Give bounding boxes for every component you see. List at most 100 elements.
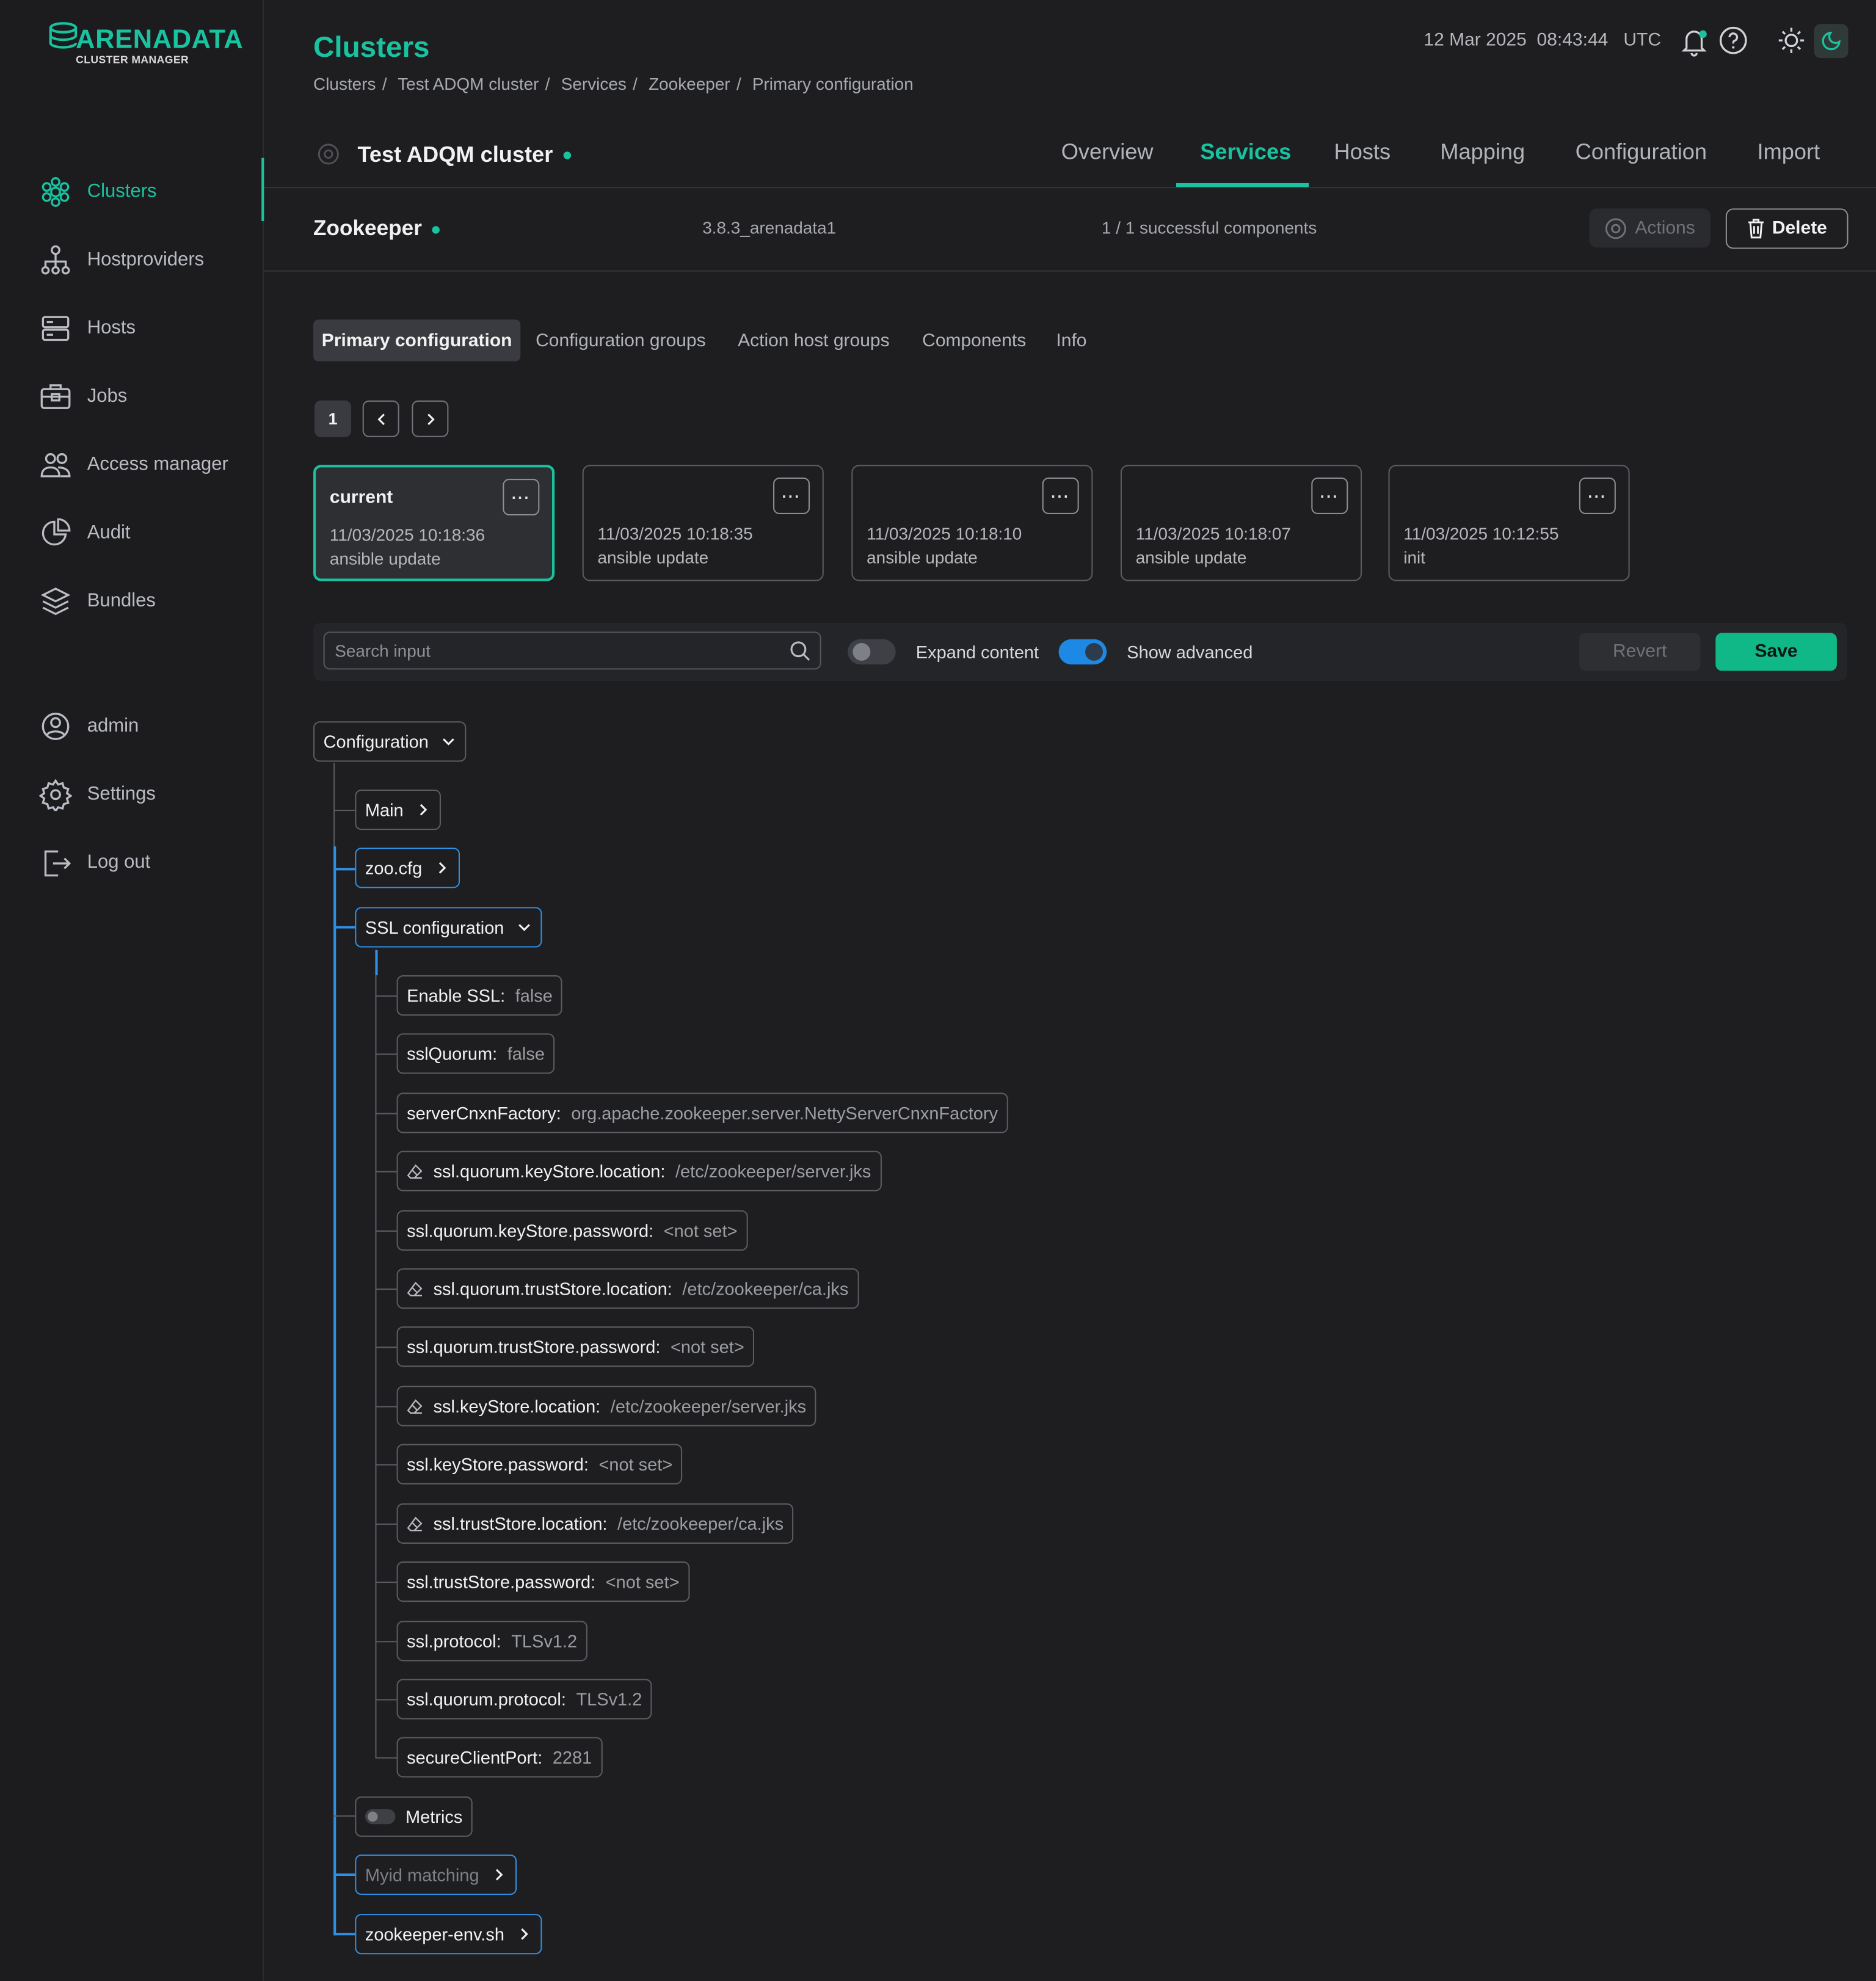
jobs-icon — [40, 384, 71, 409]
sidebar-item-bundles[interactable]: Bundles — [0, 575, 263, 625]
config-version-card[interactable]: ··· 11/03/2025 10:18:10 ansible update — [851, 465, 1093, 581]
config-field-ssl-truststore-location[interactable]: ssl.trustStore.location: /etc/zookeeper/c… — [396, 1503, 794, 1544]
sidebar-item-logout[interactable]: Log out — [0, 836, 263, 887]
tab-configuration[interactable]: Configuration — [1576, 139, 1707, 165]
sidebar-item-label: Audit — [87, 521, 131, 543]
version-menu-button[interactable]: ··· — [1311, 477, 1348, 514]
tree-line — [375, 1230, 397, 1232]
config-version-card[interactable]: ··· 11/03/2025 10:12:55 init — [1388, 465, 1630, 581]
config-field-ssl-quorum-protocol[interactable]: ssl.quorum.protocol: TLSv1.2 — [396, 1679, 652, 1720]
config-node-ssl-configuration[interactable]: SSL configuration — [355, 907, 542, 948]
config-version-card[interactable]: current ··· 11/03/2025 10:18:36 ansible … — [313, 465, 555, 581]
access-manager-icon — [40, 453, 71, 478]
tab-import[interactable]: Import — [1758, 139, 1820, 165]
expand-content-toggle[interactable] — [848, 639, 896, 665]
cluster-name: Test ADQM cluster — [357, 142, 571, 168]
chevron-right-icon — [496, 1869, 504, 1881]
subtab-primary-configuration[interactable]: Primary configuration — [313, 319, 521, 362]
logout-icon — [44, 850, 71, 877]
page-number-button[interactable]: 1 — [314, 400, 352, 437]
config-field-ssl-protocol[interactable]: ssl.protocol: TLSv1.2 — [396, 1621, 587, 1662]
breadcrumb-item[interactable]: Zookeeper — [649, 75, 730, 93]
node-label: zookeeper-env.sh — [365, 1924, 504, 1944]
light-theme-icon[interactable] — [1776, 25, 1807, 56]
sidebar-item-clusters[interactable]: Clusters — [0, 158, 264, 222]
audit-icon — [42, 518, 71, 546]
actions-button[interactable]: Actions — [1589, 208, 1711, 248]
prev-page-button[interactable] — [362, 400, 399, 437]
sidebar-item-hostproviders[interactable]: Hostproviders — [0, 234, 263, 285]
config-node-main[interactable]: Main — [355, 789, 442, 831]
sidebar-item-jobs[interactable]: Jobs — [0, 370, 263, 421]
status-dot — [562, 152, 571, 160]
delete-button[interactable]: Delete — [1725, 208, 1849, 249]
sidebar-item-access-manager[interactable]: Access manager — [0, 438, 263, 489]
revert-button[interactable]: Revert — [1579, 633, 1701, 671]
config-field-server-cnxn-factory[interactable]: serverCnxnFactory: org.apache.zookeeper.s… — [396, 1092, 1008, 1133]
config-node-zookeeper-env[interactable]: zookeeper-env.sh — [355, 1914, 542, 1955]
breadcrumb-item[interactable]: Test ADQM cluster — [398, 75, 539, 93]
version-label: current — [329, 487, 393, 508]
breadcrumb-item[interactable]: Clusters — [313, 75, 376, 93]
config-field-ssl-quorum-truststore-location[interactable]: ssl.quorum.trustStore.location: /etc/zook… — [396, 1268, 859, 1309]
sidebar-item-admin[interactable]: admin — [0, 700, 263, 751]
version-menu-button[interactable]: ··· — [1042, 477, 1079, 514]
config-field-ssl-keystore-password[interactable]: ssl.keyStore.password: <not set> — [396, 1444, 683, 1485]
help-icon[interactable] — [1718, 25, 1748, 56]
actions-label: Actions — [1635, 217, 1695, 238]
dark-theme-toggle[interactable] — [1814, 24, 1849, 59]
notifications-bell-icon[interactable] — [1679, 25, 1709, 58]
search-input[interactable]: Search input — [323, 631, 821, 670]
config-field-ssl-truststore-password[interactable]: ssl.trustStore.password: <not set> — [396, 1561, 690, 1602]
sidebar-item-settings[interactable]: Settings — [0, 768, 263, 819]
subtab-components[interactable]: Components — [922, 319, 1026, 361]
config-field-ssl-keystore-location[interactable]: ssl.keyStore.location: /etc/zookeeper/ser… — [396, 1386, 816, 1427]
version-menu-button[interactable]: ··· — [773, 477, 810, 514]
subtab-action-host-groups[interactable]: Action host groups — [738, 319, 889, 361]
config-field-ssl-quorum-truststore-password[interactable]: ssl.quorum.trustStore.password: <not set> — [396, 1326, 755, 1367]
sidebar: ARENADATA CLUSTER MANAGER Clusters Hostp… — [0, 0, 264, 1981]
tab-overview[interactable]: Overview — [1061, 139, 1154, 165]
config-root-node[interactable]: Configuration — [313, 721, 467, 762]
config-field-ssl-quorum-keystore-location[interactable]: ssl.quorum.keyStore.location: /etc/zookee… — [396, 1150, 881, 1191]
breadcrumb-item[interactable]: Services — [561, 75, 627, 93]
config-field-enable-ssl[interactable]: Enable SSL: false — [396, 975, 563, 1016]
tree-line — [333, 1933, 355, 1936]
config-field-ssl-quorum-keystore-password[interactable]: ssl.quorum.keyStore.password: <not set> — [396, 1210, 748, 1251]
version-date: 11/03/2025 10:18:07 — [1135, 524, 1291, 543]
tree-line — [375, 1523, 397, 1525]
show-advanced-toggle[interactable] — [1058, 639, 1107, 665]
save-button[interactable]: Save — [1715, 633, 1837, 671]
sidebar-item-audit[interactable]: Audit — [0, 507, 263, 558]
page-title: Clusters — [313, 30, 430, 64]
tree-line — [375, 1289, 397, 1290]
version-description: ansible update — [867, 548, 978, 567]
components-status: 1 / 1 successful components — [1101, 218, 1317, 238]
toggle-knob — [853, 642, 871, 661]
config-field-ssl-quorum[interactable]: sslQuorum: false — [396, 1033, 555, 1074]
version-menu-button[interactable]: ··· — [503, 479, 540, 516]
config-version-card[interactable]: ··· 11/03/2025 10:18:07 ansible update — [1120, 465, 1362, 581]
show-advanced-label: Show advanced — [1127, 641, 1253, 662]
config-version-card[interactable]: ··· 11/03/2025 10:18:35 ansible update — [582, 465, 824, 581]
config-node-myid-matching[interactable]: Myid matching — [355, 1854, 517, 1896]
version-menu-button[interactable]: ··· — [1579, 477, 1616, 514]
config-node-metrics[interactable]: Metrics — [355, 1796, 473, 1837]
sidebar-item-hosts[interactable]: Hosts — [0, 302, 263, 352]
hosts-icon — [42, 316, 70, 341]
tab-mapping[interactable]: Mapping — [1440, 139, 1525, 165]
metrics-toggle[interactable] — [365, 1809, 396, 1825]
config-node-zoo-cfg[interactable]: zoo.cfg — [355, 848, 460, 889]
subtab-info[interactable]: Info — [1056, 319, 1086, 361]
field-key: ssl.trustStore.password: — [407, 1571, 596, 1592]
date-text: 12 Mar 2025 — [1423, 30, 1527, 51]
subtab-configuration-groups[interactable]: Configuration groups — [536, 319, 705, 361]
tab-hosts[interactable]: Hosts — [1334, 139, 1391, 165]
config-field-secure-client-port[interactable]: secureClientPort: 2281 — [396, 1737, 602, 1778]
toggle-knob — [367, 1811, 378, 1822]
version-description: ansible update — [597, 548, 709, 567]
tab-services[interactable]: Services — [1200, 139, 1291, 165]
field-value: 2281 — [552, 1747, 592, 1768]
next-page-button[interactable] — [412, 400, 449, 437]
tree-line — [375, 1053, 397, 1055]
